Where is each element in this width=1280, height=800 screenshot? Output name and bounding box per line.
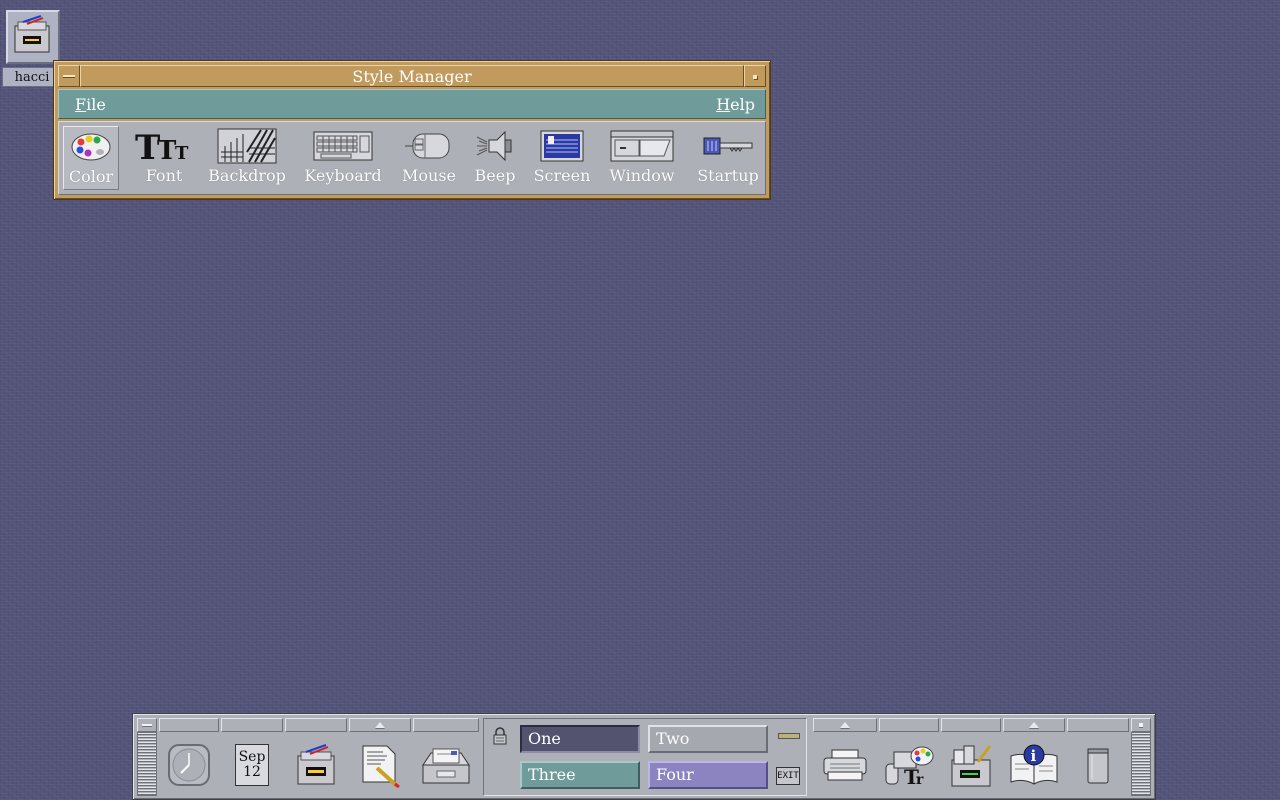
workspace-two-button[interactable]: Two: [648, 725, 768, 753]
svg-text:T: T: [175, 143, 189, 163]
tool-color-label: Color: [68, 167, 114, 186]
tool-mouse[interactable]: Mouse: [397, 126, 461, 190]
panel-handle-right[interactable]: [1131, 732, 1151, 796]
minimize-button[interactable]: [744, 65, 766, 87]
calendar-month: Sep: [238, 749, 266, 765]
subpanel-tab-style[interactable]: [879, 718, 939, 732]
subpanel-arrow-icon: [1029, 722, 1039, 728]
clock-icon[interactable]: [159, 734, 219, 796]
menu-help[interactable]: Help: [716, 95, 755, 114]
application-manager-icon[interactable]: [941, 734, 1001, 796]
calendar-face: Sep 12: [235, 744, 269, 786]
window-menu-button[interactable]: [58, 65, 80, 87]
tool-startup[interactable]: Startup: [691, 126, 765, 190]
window-icon: [603, 126, 681, 166]
panel-handle-left[interactable]: [137, 732, 157, 796]
front-panel: Sep 12 One Two Three Four EXIT T r i: [132, 713, 1156, 800]
trash-icon[interactable]: [1067, 734, 1129, 796]
backdrop-icon: [205, 126, 289, 166]
subpanel-tab-apps[interactable]: [941, 718, 1001, 732]
lock-icon[interactable]: [492, 727, 508, 745]
window-menu-icon: [63, 75, 75, 77]
file-manager-icon: [6, 10, 60, 64]
menu-help-label: elp: [730, 95, 755, 114]
tool-startup-label: Startup: [697, 166, 759, 185]
tool-font-label: Font: [145, 166, 183, 185]
panel-minimize-button[interactable]: [1131, 718, 1151, 732]
subpanel-tab-clock[interactable]: [159, 718, 219, 732]
workspace-four-button[interactable]: Four: [648, 761, 768, 789]
tool-window[interactable]: Window: [603, 126, 681, 190]
speaker-icon: [469, 126, 521, 166]
tool-color[interactable]: Color: [63, 126, 119, 190]
menu-file-label: ile: [86, 95, 106, 114]
menu-file[interactable]: File: [75, 95, 106, 114]
tool-screen[interactable]: Screen: [529, 126, 595, 190]
subpanel-arrow-icon: [375, 722, 385, 728]
tool-window-label: Window: [609, 166, 675, 185]
workspace-switch: One Two Three Four EXIT: [483, 718, 807, 796]
tool-beep-label: Beep: [474, 166, 516, 185]
screen-icon: [529, 126, 595, 166]
window-title[interactable]: Style Manager: [80, 65, 744, 87]
busy-light-icon: [778, 733, 800, 739]
tool-keyboard-label: Keyboard: [304, 166, 382, 185]
menu-bar: File Help: [58, 89, 766, 119]
menu-file-mnemonic: F: [75, 95, 87, 114]
text-editor-icon[interactable]: [349, 734, 411, 796]
style-manager-icon[interactable]: T r: [879, 734, 939, 796]
svg-text:T: T: [157, 136, 177, 163]
svg-text:r: r: [916, 772, 924, 788]
panel-menu-icon: [142, 724, 152, 726]
subpanel-tab-editor[interactable]: [349, 718, 411, 732]
tool-screen-label: Screen: [533, 166, 591, 185]
workspace-three-button[interactable]: Three: [520, 761, 640, 789]
subpanel-tab-files[interactable]: [285, 718, 347, 732]
subpanel-tab-trash[interactable]: [1067, 718, 1129, 732]
mouse-icon: [397, 126, 461, 166]
calendar-icon[interactable]: Sep 12: [221, 734, 283, 796]
menu-help-mnemonic: H: [716, 95, 731, 114]
title-bar[interactable]: Style Manager: [58, 65, 766, 87]
workspace-one-button[interactable]: One: [520, 725, 640, 753]
exit-button[interactable]: EXIT: [776, 767, 800, 785]
keyboard-icon: [299, 126, 387, 166]
key-icon: [691, 126, 765, 166]
panel-minimize-icon: [1139, 723, 1143, 727]
svg-text:i: i: [1031, 747, 1037, 765]
minimize-icon: [753, 75, 757, 79]
palette-icon: [64, 127, 118, 167]
mail-icon[interactable]: [413, 734, 479, 796]
tool-beep[interactable]: Beep: [469, 126, 521, 190]
subpanel-tab-calendar[interactable]: [221, 718, 283, 732]
tool-row: Color T T T Font Backdrop Keyboard Mouse…: [58, 121, 766, 195]
printer-icon[interactable]: [813, 734, 877, 796]
subpanel-tab-printer[interactable]: [813, 718, 877, 732]
subpanel-tab-help[interactable]: [1003, 718, 1065, 732]
tool-mouse-label: Mouse: [402, 166, 456, 185]
font-icon: T T T: [129, 126, 199, 166]
calendar-day: 12: [243, 764, 261, 780]
panel-menu-button[interactable]: [137, 718, 157, 732]
subpanel-tab-mail[interactable]: [413, 718, 479, 732]
subpanel-arrow-icon: [840, 722, 850, 728]
file-manager-icon[interactable]: [285, 734, 347, 796]
tool-font[interactable]: T T T Font: [129, 126, 199, 190]
tool-backdrop[interactable]: Backdrop: [205, 126, 289, 190]
tool-keyboard[interactable]: Keyboard: [299, 126, 387, 190]
style-manager-window: Style Manager File Help Color T T T Font…: [53, 60, 771, 200]
tool-backdrop-label: Backdrop: [208, 166, 286, 185]
help-icon[interactable]: i: [1003, 734, 1065, 796]
